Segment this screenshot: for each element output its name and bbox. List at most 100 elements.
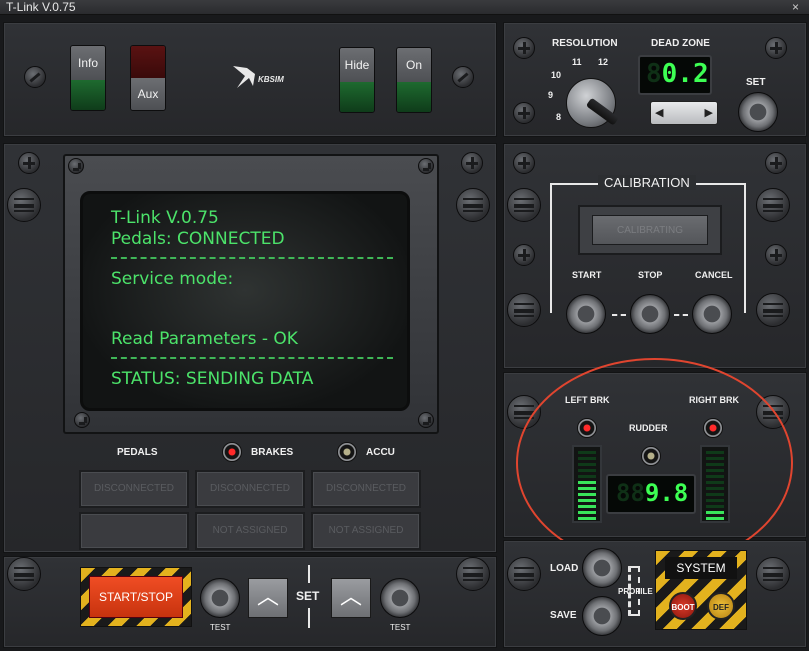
cal-start-button[interactable] [566, 294, 606, 334]
level-segment [706, 511, 724, 514]
rudder-ghost-digits: 88 [616, 479, 645, 507]
screw-icon [18, 152, 40, 174]
screw-icon [513, 244, 535, 266]
deadzone-ghost-digit: 8 [646, 59, 662, 89]
save-label: SAVE [550, 610, 577, 621]
load-label: LOAD [550, 563, 579, 574]
logo-text: KBSIM [258, 75, 284, 84]
screw-icon [507, 395, 541, 429]
info-indicator [71, 80, 105, 110]
resolution-tick-9: 9 [548, 90, 554, 100]
hide-label: Hide [340, 48, 374, 82]
level-segment [578, 469, 596, 472]
spinner-right-icon[interactable]: ▶ [705, 106, 713, 119]
resolution-title: RESOLUTION [552, 38, 618, 49]
screw-icon [7, 188, 41, 222]
left-brake-bar [572, 445, 602, 523]
screw-icon [418, 412, 434, 428]
level-segment [578, 517, 596, 520]
cal-connector [612, 314, 626, 316]
test-left-button[interactable] [200, 578, 240, 618]
close-icon[interactable]: × [792, 0, 799, 14]
window-title: T-Link V.0.75 [6, 0, 76, 14]
info-label: Info [71, 46, 105, 80]
lcd-separator [111, 257, 393, 259]
resolution-tick-10: 10 [551, 70, 562, 80]
on-button[interactable]: On [396, 47, 432, 113]
hide-button[interactable]: Hide [339, 47, 375, 113]
level-segment [706, 451, 724, 454]
level-segment [578, 511, 596, 514]
level-segment [578, 475, 596, 478]
def-button[interactable]: DEF [707, 592, 735, 620]
start-stop-button[interactable]: START/STOP [89, 576, 183, 618]
set-divider-top [308, 565, 310, 583]
cal-connector [674, 314, 688, 316]
slot-2-2[interactable]: NOT ASSIGNED [195, 512, 305, 550]
aux-indicator [131, 46, 165, 78]
rudder-display: 889.8 [606, 474, 696, 514]
deadzone-display: 80.2 [638, 55, 712, 95]
screw-icon [756, 395, 790, 429]
calibrating-indicator: CALIBRATING [578, 205, 722, 255]
arrow-up-right-icon[interactable]: ︿ [331, 578, 371, 618]
screw-icon [507, 293, 541, 327]
lcd-line-5: STATUS: SENDING DATA [111, 369, 314, 389]
deadzone-set-button[interactable] [738, 92, 778, 132]
rudder-value: 9.8 [644, 479, 689, 507]
system-label: SYSTEM [665, 557, 737, 579]
cal-cancel-button[interactable] [692, 294, 732, 334]
screw-icon [513, 37, 535, 59]
screw-icon [513, 102, 535, 124]
slot-1-2[interactable]: DISCONNECTED [195, 470, 305, 508]
spinner-left-icon[interactable]: ◀ [655, 106, 663, 119]
accu-led [337, 442, 357, 462]
on-label: On [397, 48, 431, 82]
screw-icon [765, 152, 787, 174]
brakes-led [222, 442, 242, 462]
resolution-knob[interactable] [566, 78, 616, 128]
slot-2-1[interactable] [79, 512, 189, 550]
boot-button[interactable]: BOOT [669, 592, 697, 620]
screw-icon [418, 158, 434, 174]
cal-cancel-label: CANCEL [695, 270, 733, 280]
arrow-up-left-icon[interactable]: ︿ [248, 578, 288, 618]
level-segment [578, 487, 596, 490]
rudder-label: RUDDER [629, 423, 668, 433]
level-segment [578, 505, 596, 508]
test-right-button[interactable] [380, 578, 420, 618]
screw-icon [507, 557, 541, 591]
aux-label: Aux [131, 78, 165, 110]
slot-1-3[interactable]: DISCONNECTED [311, 470, 421, 508]
level-segment [706, 481, 724, 484]
deadzone-title: DEAD ZONE [651, 38, 710, 49]
deadzone-spinner[interactable]: ◀ ▶ [650, 101, 718, 125]
slot-2-3[interactable]: NOT ASSIGNED [311, 512, 421, 550]
load-button[interactable] [582, 548, 622, 588]
calibrating-text: CALIBRATING [592, 215, 708, 245]
level-segment [706, 493, 724, 496]
lcd-line-2: Pedals: CONNECTED [111, 229, 285, 249]
kbsim-logo: KBSIM [231, 62, 291, 90]
left-brake-label: LEFT BRK [565, 395, 610, 405]
screw-icon [7, 557, 41, 591]
profile-label: PROFILE [618, 587, 653, 596]
cal-stop-button[interactable] [630, 294, 670, 334]
right-brake-bar [700, 445, 730, 523]
save-button[interactable] [582, 596, 622, 636]
lcd-screen: T-Link V.0.75 Pedals: CONNECTED Service … [80, 191, 410, 411]
aux-button[interactable]: Aux [130, 45, 166, 111]
level-segment [706, 463, 724, 466]
level-segment [706, 505, 724, 508]
pedals-label: PEDALS [117, 447, 158, 458]
level-segment [706, 475, 724, 478]
title-bar: T-Link V.0.75 × [0, 0, 809, 15]
slot-1-1[interactable]: DISCONNECTED [79, 470, 189, 508]
set-label: SET [296, 589, 320, 603]
screw-icon [756, 188, 790, 222]
info-button[interactable]: Info [70, 45, 106, 111]
accu-label: ACCU [366, 447, 395, 458]
screw-icon [756, 557, 790, 591]
level-segment [706, 469, 724, 472]
resolution-tick-11: 11 [572, 57, 582, 67]
